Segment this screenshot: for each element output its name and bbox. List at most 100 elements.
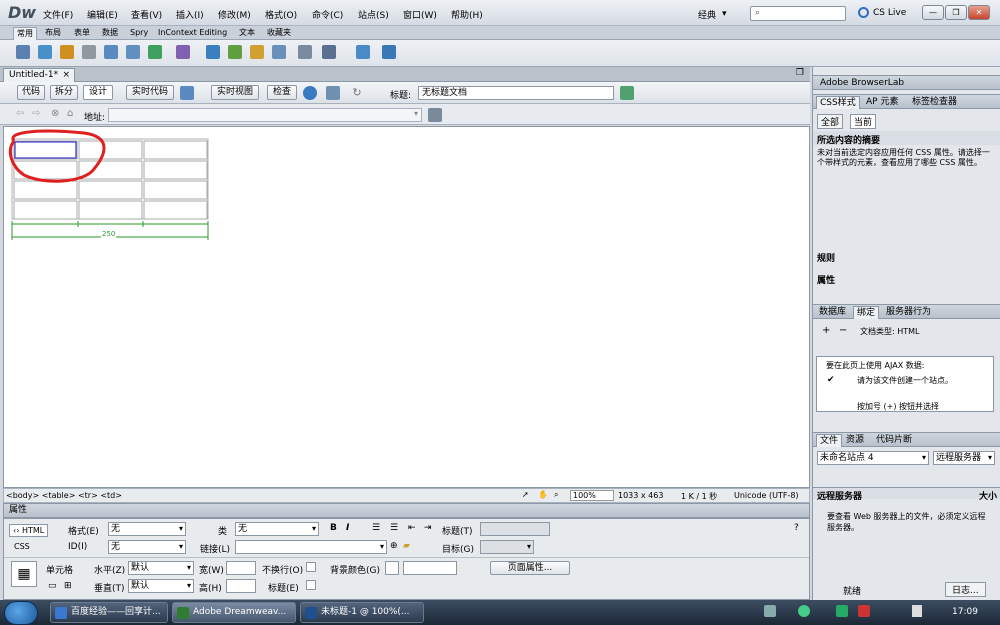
multiscreen-icon[interactable] [180, 86, 194, 100]
vertical-align-select[interactable]: 默认 [128, 579, 194, 593]
design-canvas[interactable]: 250 [3, 126, 810, 488]
log-button[interactable]: 日志... [945, 582, 986, 597]
tab-assets[interactable]: 资源 [843, 434, 867, 447]
design-view-button[interactable]: 设计 [83, 85, 113, 100]
split-cells-icon[interactable]: ⊞ [64, 581, 72, 591]
html-mode-button[interactable]: ‹› HTML [9, 524, 49, 537]
workspace-switcher[interactable]: 经典 ▾ [698, 6, 742, 22]
email-link-icon[interactable] [38, 45, 52, 59]
tab-text[interactable]: 文本 [236, 27, 258, 40]
menu-edit[interactable]: 编辑(E) [87, 8, 118, 21]
live-code-button[interactable]: 实时代码 [126, 85, 174, 100]
inspect-button[interactable]: 检查 [267, 85, 297, 100]
ajax-step-1[interactable]: 请为该文件创建一个站点。 [857, 375, 977, 386]
tab-snippets[interactable]: 代码片断 [873, 434, 915, 447]
zoom-select[interactable]: 100% [570, 490, 614, 501]
menu-modify[interactable]: 修改(M) [218, 8, 251, 21]
tab-common[interactable]: 常用 [13, 27, 37, 40]
menu-commands[interactable]: 命令(C) [312, 8, 343, 21]
italic-button[interactable]: I [346, 523, 349, 533]
hyperlink-icon[interactable] [16, 45, 30, 59]
close-button[interactable]: ✕ [968, 5, 990, 20]
image-icon[interactable] [148, 45, 162, 59]
task-browser[interactable]: 百度经验——回享计... [50, 602, 168, 623]
indent-icon[interactable]: ⇥ [424, 523, 432, 533]
home-icon[interactable]: ⌂ [67, 108, 73, 119]
document-tab[interactable]: Untitled-1* × [3, 68, 75, 82]
browser-navigation-options-icon[interactable] [428, 108, 442, 122]
refresh-icon[interactable]: ↻ [350, 86, 364, 100]
width-input[interactable] [226, 561, 256, 575]
browserlab-header[interactable]: Adobe BrowserLab [813, 75, 1000, 90]
split-view-button[interactable]: 拆分 [50, 85, 78, 100]
back-icon[interactable]: ⇦ [16, 108, 24, 119]
task-photoshop[interactable]: 未标题-1 @ 100%(... [300, 602, 424, 623]
ordered-list-icon[interactable]: ☰ [390, 523, 398, 533]
css-all-button[interactable]: 全部 [817, 114, 844, 129]
tab-ap-elements[interactable]: AP 元素 [863, 96, 901, 109]
named-anchor-icon[interactable] [60, 45, 74, 59]
target-select[interactable] [480, 540, 534, 554]
bold-button[interactable]: B [330, 523, 337, 533]
forward-icon[interactable]: ⇨ [32, 108, 40, 119]
stop-icon[interactable]: ⊗ [51, 108, 59, 119]
clock[interactable]: 17:09 [952, 607, 978, 617]
script-icon[interactable] [298, 45, 312, 59]
menu-format[interactable]: 格式(O) [265, 8, 297, 21]
menu-window[interactable]: 窗口(W) [403, 8, 437, 21]
tag-path[interactable]: <body> <table> <tr> <td> [6, 491, 122, 500]
class-select[interactable]: 无 [235, 522, 319, 536]
zoom-tool-icon[interactable]: ⌕ [554, 490, 558, 500]
title-attr-input[interactable] [480, 522, 550, 536]
address-input[interactable]: ▾ [108, 108, 422, 122]
restore-icon[interactable]: ❐ [796, 68, 804, 78]
title-input[interactable]: 无标题文档 [418, 86, 614, 100]
site-select[interactable]: 未命名站点 4 [817, 451, 929, 465]
format-select[interactable]: 无 [108, 522, 186, 536]
tab-server-behaviors[interactable]: 服务器行为 [883, 306, 934, 319]
tab-layout[interactable]: 布局 [42, 27, 64, 40]
comment-icon[interactable] [250, 45, 264, 59]
tab-data[interactable]: 数据 [99, 27, 121, 40]
widget-icon[interactable] [382, 45, 396, 59]
properties-header[interactable]: 属性 [3, 503, 810, 518]
shield-icon[interactable] [836, 605, 848, 617]
link-input[interactable] [235, 540, 387, 554]
view-select[interactable]: 远程服务器 [933, 451, 995, 465]
tab-spry[interactable]: Spry [127, 27, 151, 40]
cs-live-button[interactable]: CS Live [858, 7, 906, 18]
tab-forms[interactable]: 表单 [71, 27, 93, 40]
nowrap-checkbox[interactable] [306, 562, 316, 572]
menu-site[interactable]: 站点(S) [358, 8, 389, 21]
maximize-button[interactable]: ❐ [945, 5, 967, 20]
tray-icon[interactable] [764, 605, 776, 617]
select-tool-icon[interactable]: ➚ [522, 490, 529, 499]
add-icon[interactable]: + [822, 325, 830, 336]
hand-tool-icon[interactable]: ✋ [538, 490, 548, 499]
date-icon[interactable] [206, 45, 220, 59]
tab-favorites[interactable]: 收藏夹 [264, 27, 294, 40]
css-current-button[interactable]: 当前 [850, 114, 877, 129]
volume-icon[interactable] [912, 605, 922, 617]
height-input[interactable] [226, 579, 256, 593]
unordered-list-icon[interactable]: ☰ [372, 523, 380, 533]
help-icon[interactable]: ? [794, 523, 799, 533]
window-size[interactable]: 1033 x 463 [618, 491, 663, 500]
id-select[interactable]: 无 [108, 540, 186, 554]
tab-files[interactable]: 文件 [816, 434, 843, 447]
start-button[interactable] [4, 601, 38, 625]
head-icon[interactable] [272, 45, 286, 59]
remove-icon[interactable]: − [839, 325, 847, 336]
tray-icon[interactable] [798, 605, 810, 617]
code-view-button[interactable]: 代码 [17, 85, 45, 100]
tag-chooser-icon[interactable] [356, 45, 370, 59]
tray-icon[interactable] [858, 605, 870, 617]
server-include-icon[interactable] [228, 45, 242, 59]
folder-icon[interactable]: ▰ [403, 541, 410, 551]
tab-css-styles[interactable]: CSS样式 [816, 96, 860, 109]
header-checkbox[interactable] [306, 580, 316, 590]
bg-color-input[interactable] [403, 561, 457, 575]
minimize-button[interactable]: — [922, 5, 944, 20]
check-browser-icon[interactable] [620, 86, 634, 100]
help-search-input[interactable]: ⌕ [750, 6, 846, 21]
